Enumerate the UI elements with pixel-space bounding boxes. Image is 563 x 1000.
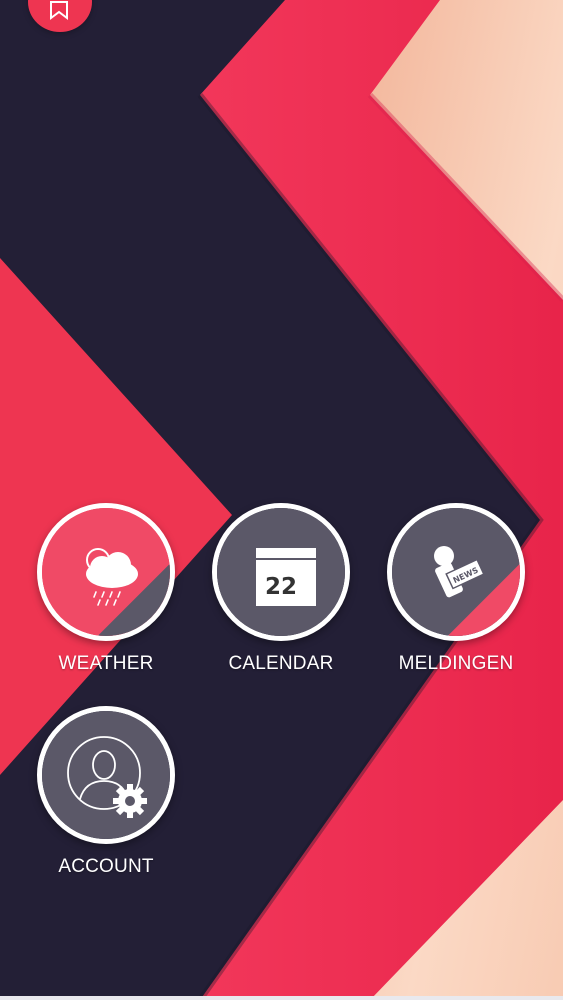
weather-button[interactable] <box>37 503 175 641</box>
calendar-button[interactable]: 22 <box>212 503 350 641</box>
user-settings-icon <box>67 736 147 818</box>
weather-cloud-rain-icon <box>86 548 138 606</box>
meldingen-button[interactable]: NEWS <box>387 503 525 641</box>
bookmark-icon <box>50 1 68 20</box>
tile-label: ACCOUNT <box>58 856 154 877</box>
tile-meldingen[interactable]: NEWS MELDINGEN <box>381 503 531 675</box>
bottom-edge <box>0 996 563 1000</box>
tile-label: WEATHER <box>58 653 154 674</box>
tile-label: CALENDAR <box>228 653 334 674</box>
account-button[interactable] <box>37 706 175 844</box>
tile-weather[interactable]: WEATHER <box>31 503 181 675</box>
tile-account[interactable]: ACCOUNT <box>31 706 181 878</box>
news-microphone-icon: NEWS <box>434 546 485 598</box>
tile-calendar[interactable]: 22 CALENDAR <box>206 503 356 675</box>
calendar-day: 22 <box>264 574 297 600</box>
tile-label: MELDINGEN <box>398 653 514 674</box>
